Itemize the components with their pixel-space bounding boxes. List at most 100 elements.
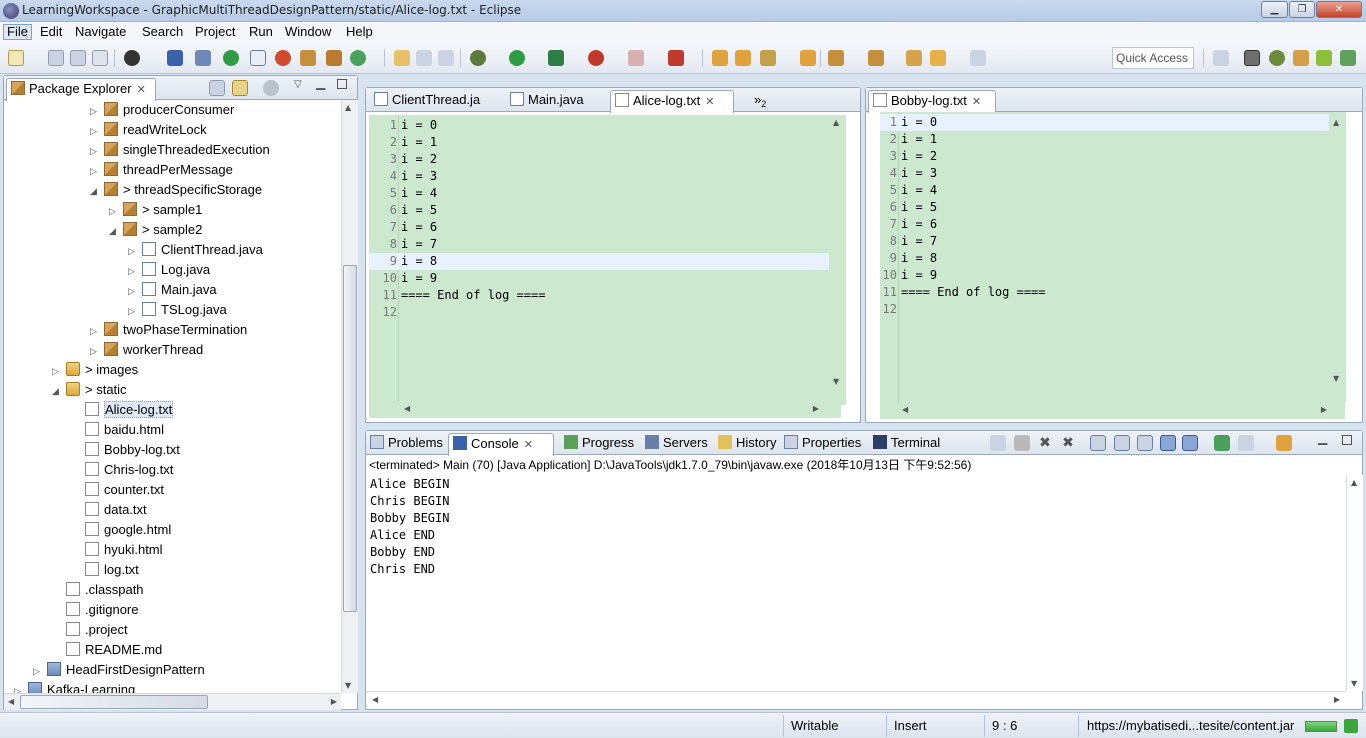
tree-item[interactable]: Alice-log.txt (71, 400, 174, 420)
collapsed-arrow-icon[interactable]: ▷ (128, 301, 138, 321)
minimize-view-icon[interactable]: ▁ (1318, 431, 1327, 445)
tab-clientthread[interactable]: ClientThread.ja (370, 90, 502, 112)
tree-item[interactable]: ▷ > sample1 (109, 200, 202, 220)
scroll-right-icon[interactable]: ▶ (1321, 405, 1327, 414)
tree-scroll-thumb[interactable] (343, 265, 357, 612)
terminate-icon[interactable] (1014, 435, 1030, 451)
scroll-right-icon[interactable]: ▶ (813, 404, 819, 413)
tree-item[interactable]: ◢ > static (52, 380, 127, 400)
open-console-icon[interactable] (1238, 435, 1254, 451)
collapsed-arrow-icon[interactable]: ▷ (128, 241, 138, 261)
back-icon[interactable] (930, 50, 946, 66)
console-vscroll[interactable]: ▲ ▼ (1346, 475, 1363, 691)
git-perspective-icon[interactable] (1293, 50, 1309, 66)
link-icon[interactable] (195, 50, 211, 66)
expanded-arrow-icon[interactable]: ◢ (52, 381, 62, 401)
show-whitespace-icon[interactable] (416, 50, 432, 66)
quick-access-input[interactable]: Quick Access (1112, 47, 1194, 69)
debug-icon[interactable] (470, 50, 486, 66)
open-perspective-icon[interactable] (1213, 50, 1229, 66)
menu-help[interactable]: Help (343, 24, 376, 40)
tree-item[interactable]: ▷ Kafka-Learning (14, 680, 135, 693)
close-button[interactable]: ✕ (1316, 1, 1362, 18)
paragraph-icon[interactable] (438, 50, 454, 66)
tree-item[interactable]: ▷ threadPerMessage (90, 160, 233, 180)
collapsed-arrow-icon[interactable]: ▷ (109, 201, 119, 221)
maximize-button[interactable]: ❐ (1289, 1, 1315, 18)
breakpoint-icon[interactable] (275, 50, 291, 66)
open-type-icon[interactable] (300, 50, 316, 66)
tree-item[interactable]: README.md (52, 640, 162, 660)
save-icon[interactable] (48, 50, 64, 66)
collapsed-arrow-icon[interactable]: ▷ (14, 681, 24, 693)
right-editor-hscroll[interactable]: ◀ ▶ (880, 402, 1345, 419)
tab-bobby-log[interactable]: Bobby-log.txt ✕ (868, 90, 996, 113)
clear-console-icon[interactable] (1090, 435, 1106, 451)
collapsed-arrow-icon[interactable]: ▷ (90, 121, 100, 141)
debug-perspective-icon[interactable] (1269, 50, 1285, 66)
collapsed-arrow-icon[interactable]: ▷ (90, 141, 100, 161)
server-run-icon[interactable] (668, 50, 684, 66)
next-annotation-icon[interactable] (828, 50, 844, 66)
collapsed-arrow-icon[interactable]: ▷ (33, 661, 43, 681)
scroll-left-icon[interactable]: ◀ (404, 404, 410, 413)
menu-window[interactable]: Window (282, 24, 334, 40)
collapsed-arrow-icon[interactable]: ▷ (128, 261, 138, 281)
scroll-down-icon[interactable]: ▼ (345, 681, 351, 690)
remove-all-icon[interactable]: ✖ (1060, 435, 1076, 451)
minimize-button[interactable]: ▁ (1261, 1, 1288, 18)
tree-item[interactable]: ◢ > threadSpecificStorage (90, 180, 262, 200)
collapsed-arrow-icon[interactable]: ▷ (90, 161, 100, 181)
scroll-up-icon[interactable]: ▲ (833, 118, 839, 127)
tree-item[interactable]: ▷ twoPhaseTermination (90, 320, 247, 340)
tree-item[interactable]: ▷ readWriteLock (90, 120, 207, 140)
tree-item[interactable]: ▷ Main.java (128, 280, 217, 300)
scroll-down-icon[interactable]: ▼ (833, 377, 839, 386)
close-icon[interactable]: ✕ (705, 92, 714, 112)
menu-run[interactable]: Run (246, 24, 276, 40)
collapsed-arrow-icon[interactable]: ▷ (128, 281, 138, 301)
menu-navigate[interactable]: Navigate (72, 24, 129, 40)
coverage-icon[interactable] (548, 50, 564, 66)
tree-item[interactable]: ◢ > sample2 (109, 220, 202, 240)
open-folder-icon[interactable] (735, 50, 751, 66)
collapsed-arrow-icon[interactable]: ▷ (90, 321, 100, 341)
new-console-icon[interactable] (1276, 435, 1292, 451)
toggle-mark-icon[interactable] (250, 50, 266, 66)
package-toolbar-icon[interactable] (326, 50, 342, 66)
new-icon[interactable] (8, 50, 24, 66)
tree-item[interactable]: google.html (71, 520, 171, 540)
tree-item[interactable]: ▷ ClientThread.java (128, 240, 263, 260)
scroll-up-icon[interactable]: ▲ (1333, 118, 1339, 127)
open-project-icon[interactable] (712, 50, 728, 66)
tab-alice-log[interactable]: Alice-log.txt ✕ (610, 90, 734, 113)
previous-annotation-icon[interactable] (868, 50, 884, 66)
tree-item[interactable]: ▷ Log.java (128, 260, 210, 280)
console-toolbar-icon[interactable] (167, 50, 183, 66)
tab-problems[interactable]: Problems (366, 433, 446, 455)
tab-console[interactable]: Console ✕ (448, 433, 554, 456)
expanded-arrow-icon[interactable]: ◢ (109, 221, 119, 241)
tree-item[interactable]: Chris-log.txt (71, 460, 173, 480)
expanded-arrow-icon[interactable]: ◢ (90, 181, 100, 201)
stop-icon[interactable] (628, 50, 644, 66)
tree-item[interactable]: counter.txt (71, 480, 164, 500)
pin-console-icon[interactable] (990, 435, 1006, 451)
menu-search[interactable]: Search (139, 24, 186, 40)
tree-vertical-scrollbar[interactable]: ▲ ▼ (341, 100, 358, 693)
tree-horizontal-scrollbar[interactable]: ◀ ▶ (4, 693, 341, 710)
tab-history[interactable]: History (714, 433, 778, 455)
maximize-view-icon[interactable] (337, 79, 347, 89)
display-console-icon[interactable] (1214, 435, 1230, 451)
tab-progress[interactable]: Progress (560, 433, 638, 455)
collapsed-arrow-icon[interactable]: ▷ (52, 361, 62, 381)
link-with-editor-icon[interactable] (232, 80, 248, 96)
tab-terminal[interactable]: Terminal (869, 433, 945, 455)
collapsed-arrow-icon[interactable]: ▷ (90, 101, 100, 121)
tree-hscroll-thumb[interactable] (20, 695, 208, 709)
word-wrap-icon[interactable] (1137, 435, 1153, 451)
scroll-up-icon[interactable]: ▲ (345, 103, 351, 112)
pen-icon[interactable] (760, 50, 776, 66)
extra-perspective-icon[interactable] (1340, 50, 1356, 66)
view-menu-icon[interactable]: ▽ (294, 79, 302, 90)
